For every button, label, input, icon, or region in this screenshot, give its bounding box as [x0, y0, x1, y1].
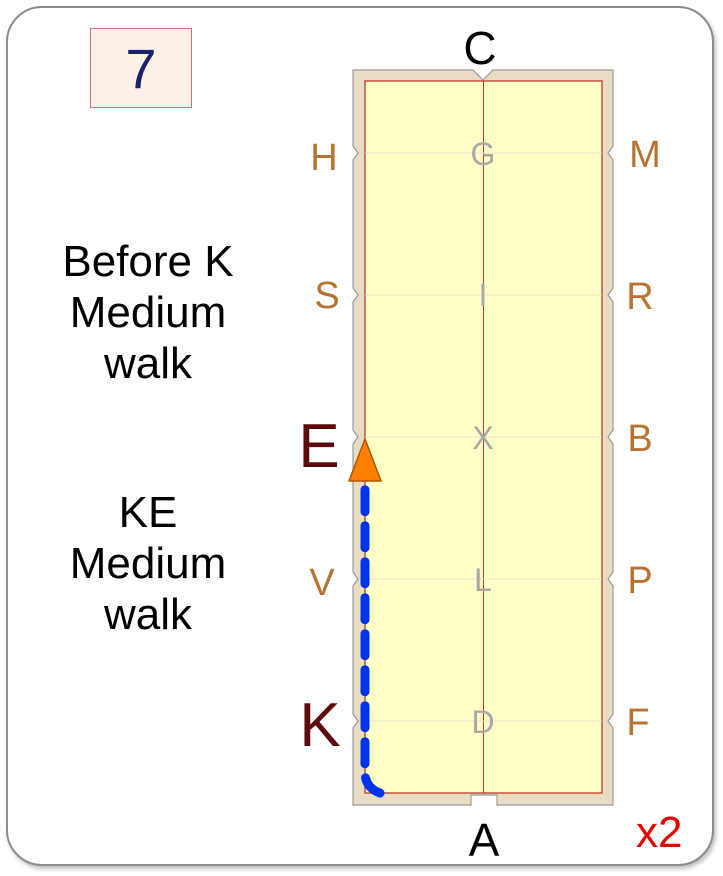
- letter-s: S: [314, 275, 339, 317]
- letter-g: G: [471, 136, 496, 172]
- letter-p: P: [627, 560, 652, 602]
- letter-b: B: [627, 418, 652, 460]
- letter-l: L: [474, 562, 492, 598]
- letter-e: E: [298, 412, 339, 481]
- letter-i: I: [479, 277, 488, 313]
- letter-v: V: [309, 562, 335, 604]
- letter-x: X: [472, 420, 493, 456]
- letter-h: H: [310, 137, 337, 179]
- letter-r: R: [626, 276, 653, 318]
- letter-k: K: [299, 691, 340, 760]
- letter-m: M: [629, 134, 661, 176]
- letter-c: C: [463, 22, 496, 74]
- letter-f: F: [626, 702, 649, 744]
- letter-a: A: [469, 814, 500, 866]
- letter-d: D: [471, 704, 494, 740]
- arena-diagram: C A H S E V K M R B P F G I X L D: [298, 22, 661, 866]
